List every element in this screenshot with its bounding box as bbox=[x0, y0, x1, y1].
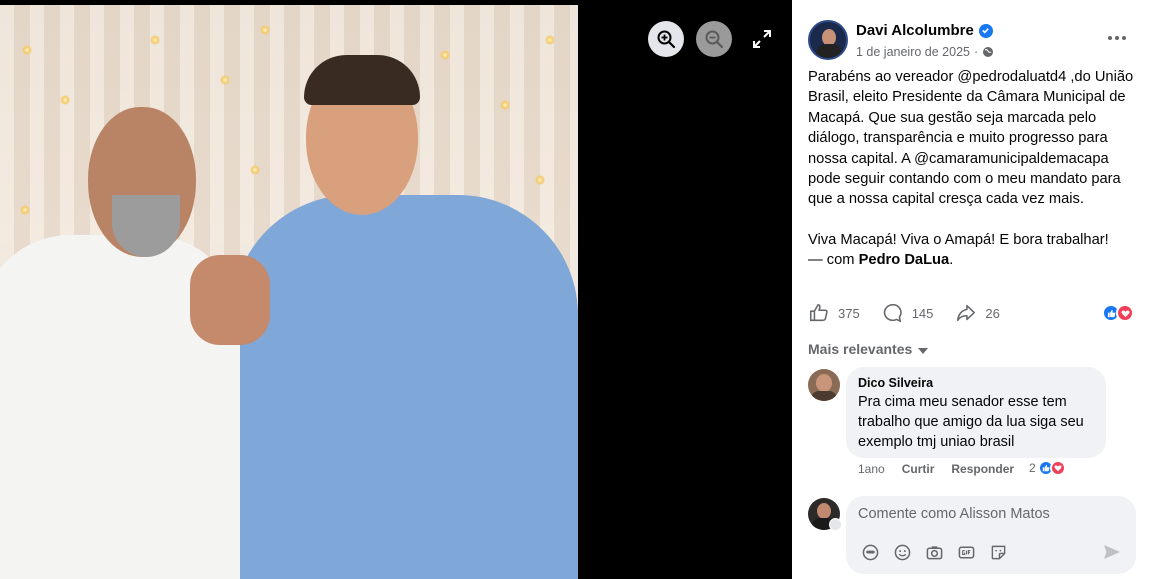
comment-icon bbox=[883, 303, 902, 323]
zoom-out-icon bbox=[705, 30, 724, 49]
chevron-down-icon bbox=[918, 347, 929, 354]
comment-time[interactable]: 1ano bbox=[858, 462, 885, 476]
comment-bubble: Dico Silveira Pra cima meu senador esse … bbox=[846, 367, 1106, 458]
camera-icon bbox=[926, 545, 942, 559]
share-icon bbox=[957, 304, 976, 322]
globe-icon[interactable] bbox=[982, 46, 994, 58]
like-button[interactable]: 375 bbox=[808, 302, 860, 324]
post-actions: 375 145 26 bbox=[808, 302, 1022, 324]
verified-badge-icon bbox=[978, 23, 993, 38]
gif-button[interactable] bbox=[956, 542, 976, 562]
post-meta: 1 de janeiro de 2025 · bbox=[856, 45, 994, 59]
fairy-light bbox=[220, 75, 230, 85]
more-options-button[interactable] bbox=[1102, 26, 1132, 50]
comment-reactions[interactable]: 2 bbox=[1029, 460, 1066, 476]
post-panel: Davi Alcolumbre 1 de janeiro de 2025 · P… bbox=[792, 0, 1151, 579]
fairy-light bbox=[535, 175, 545, 185]
avatar-sticker-button[interactable] bbox=[860, 542, 880, 562]
person-right-shirt bbox=[232, 195, 578, 579]
meta-separator: · bbox=[973, 45, 979, 59]
tag-prefix: — com bbox=[808, 252, 859, 268]
like-count[interactable]: 375 bbox=[838, 306, 860, 321]
tagged-with: — com Pedro DaLua. bbox=[808, 252, 953, 268]
emoji-icon bbox=[894, 544, 910, 560]
comment-composer[interactable]: Comente como Alisson Matos bbox=[846, 496, 1136, 574]
tag-suffix: . bbox=[949, 252, 954, 268]
love-reaction-icon bbox=[1049, 460, 1066, 476]
commenter-avatar[interactable] bbox=[808, 369, 840, 401]
share-button[interactable]: 26 bbox=[955, 302, 1000, 324]
profile-switch-chevron-icon[interactable] bbox=[829, 518, 842, 531]
sort-label: Mais relevantes bbox=[808, 341, 913, 357]
comment-sort-dropdown[interactable]: Mais relevantes bbox=[808, 341, 929, 357]
comment-meta: 1ano Curtir Responder bbox=[858, 462, 1031, 476]
fairy-light bbox=[250, 165, 260, 175]
fullscreen-icon bbox=[753, 30, 771, 48]
dot-icon bbox=[1115, 36, 1119, 40]
dot-icon bbox=[1108, 36, 1112, 40]
fairy-light bbox=[150, 35, 160, 45]
fullscreen-button[interactable] bbox=[744, 21, 780, 57]
fairy-light bbox=[60, 95, 70, 105]
fairy-light bbox=[22, 45, 32, 55]
fairy-light bbox=[20, 205, 30, 215]
comment-like-button[interactable]: Curtir bbox=[902, 462, 935, 476]
comment-button[interactable]: 145 bbox=[882, 302, 934, 324]
love-reaction-icon bbox=[1116, 304, 1134, 322]
fairy-light bbox=[260, 25, 270, 35]
reaction-summary[interactable] bbox=[1102, 304, 1134, 322]
comment-reaction-count: 2 bbox=[1029, 461, 1036, 475]
comment-reply-button[interactable]: Responder bbox=[951, 462, 1014, 476]
fairy-light bbox=[500, 100, 510, 110]
zoom-out-button[interactable] bbox=[696, 21, 732, 57]
zoom-in-icon bbox=[657, 30, 676, 49]
post-photo[interactable] bbox=[0, 5, 578, 579]
photo-button[interactable] bbox=[924, 542, 944, 562]
post-text: Parabéns ao vereador @pedrodaluatd4 ,do … bbox=[808, 69, 1134, 249]
person-right-hair bbox=[304, 55, 420, 105]
zoom-in-button[interactable] bbox=[648, 21, 684, 57]
comment-text: Pra cima meu senador esse tem trabalho q… bbox=[858, 394, 1084, 450]
send-icon[interactable] bbox=[1102, 542, 1122, 562]
commenter-name[interactable]: Dico Silveira bbox=[858, 376, 1094, 390]
photo-viewer bbox=[0, 0, 792, 579]
author-name-text[interactable]: Davi Alcolumbre bbox=[856, 22, 974, 39]
author-name[interactable]: Davi Alcolumbre bbox=[856, 22, 993, 39]
comment-count[interactable]: 145 bbox=[912, 306, 934, 321]
comment-input-placeholder[interactable]: Comente como Alisson Matos bbox=[858, 506, 1050, 522]
author-avatar[interactable] bbox=[808, 20, 848, 60]
fairy-light bbox=[545, 35, 555, 45]
tagged-person-link[interactable]: Pedro DaLua bbox=[859, 252, 950, 268]
post-date[interactable]: 1 de janeiro de 2025 bbox=[856, 45, 970, 59]
avatar-sticker-icon bbox=[862, 544, 878, 560]
emoji-button[interactable] bbox=[892, 542, 912, 562]
share-count[interactable]: 26 bbox=[985, 306, 999, 321]
sticker-button[interactable] bbox=[988, 542, 1008, 562]
thumbs-up-icon bbox=[809, 303, 828, 322]
gif-icon bbox=[958, 546, 974, 558]
sticker-icon bbox=[991, 545, 1005, 559]
dot-icon bbox=[1122, 36, 1126, 40]
fairy-light bbox=[440, 50, 450, 60]
composer-tools bbox=[860, 542, 1008, 562]
handshake bbox=[190, 255, 270, 345]
